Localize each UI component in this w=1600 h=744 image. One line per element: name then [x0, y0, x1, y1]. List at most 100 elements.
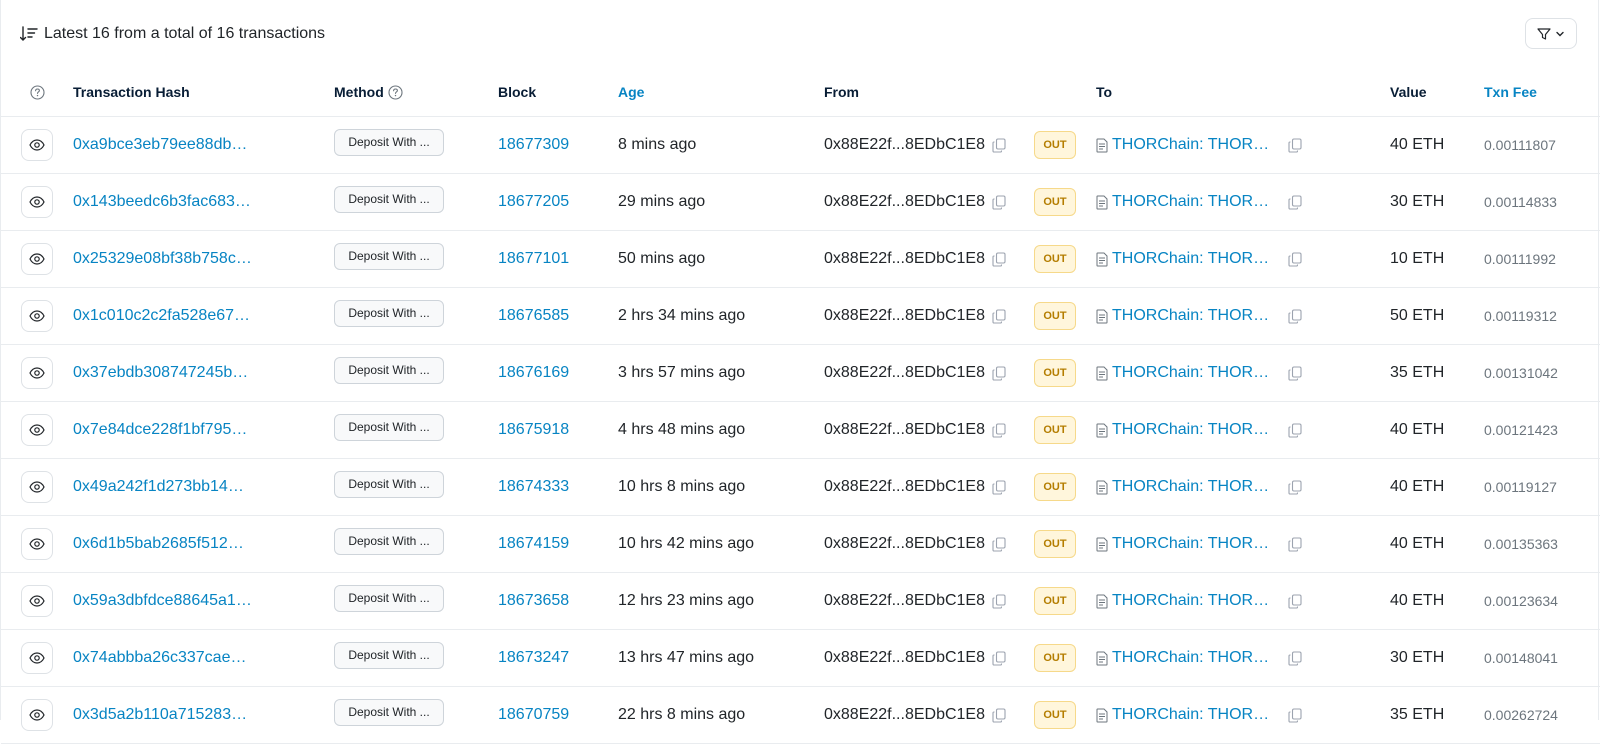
copy-icon[interactable]: [1288, 536, 1302, 552]
preview-button[interactable]: [21, 129, 53, 161]
copy-icon[interactable]: [1288, 593, 1302, 609]
sort-descending-icon[interactable]: [20, 26, 44, 42]
transaction-hash-link[interactable]: 0x37ebdb308747245b…: [73, 364, 248, 381]
question-circle-icon[interactable]: [388, 85, 403, 100]
from-address[interactable]: 0x88E22f...8EDbC1E8: [824, 478, 985, 496]
preview-button[interactable]: [21, 357, 53, 389]
copy-icon[interactable]: [992, 251, 1006, 267]
block-link[interactable]: 18677309: [498, 136, 569, 153]
transaction-hash-link[interactable]: 0x74abbba26c337cae…: [73, 649, 246, 666]
fee-column-header[interactable]: Txn Fee: [1484, 68, 1600, 117]
preview-button[interactable]: [21, 414, 53, 446]
to-address-link[interactable]: THORChain: THORChain Router: [1112, 307, 1272, 325]
preview-button[interactable]: [21, 699, 53, 731]
filter-button[interactable]: [1525, 18, 1577, 49]
transaction-hash-link[interactable]: 0x25329e08bf38b758c…: [73, 250, 252, 267]
copy-icon[interactable]: [992, 365, 1006, 381]
block-link[interactable]: 18675918: [498, 421, 569, 438]
transaction-hash-link[interactable]: 0x7e84dce228f1bf795…: [73, 421, 247, 438]
method-badge[interactable]: Deposit With ...: [334, 471, 444, 498]
transaction-hash-link[interactable]: 0x49a242f1d273bb14…: [73, 478, 244, 495]
copy-icon[interactable]: [1288, 137, 1302, 153]
copy-icon[interactable]: [992, 137, 1006, 153]
method-badge[interactable]: Deposit With ...: [334, 300, 444, 327]
method-badge[interactable]: Deposit With ...: [334, 585, 444, 612]
question-circle-icon[interactable]: [30, 85, 45, 100]
transaction-hash-link[interactable]: 0xa9bce3eb79ee88db…: [73, 136, 247, 153]
copy-icon[interactable]: [1288, 308, 1302, 324]
transaction-hash-link[interactable]: 0x6d1b5bab2685f512…: [73, 535, 244, 552]
copy-icon[interactable]: [992, 422, 1006, 438]
method-badge[interactable]: Deposit With ...: [334, 357, 444, 384]
method-badge[interactable]: Deposit With ...: [334, 129, 444, 156]
copy-icon[interactable]: [992, 479, 1006, 495]
copy-icon[interactable]: [1288, 650, 1302, 666]
from-address[interactable]: 0x88E22f...8EDbC1E8: [824, 364, 985, 382]
to-address-link[interactable]: THORChain: THORChain Router: [1112, 136, 1272, 154]
from-address[interactable]: 0x88E22f...8EDbC1E8: [824, 307, 985, 325]
from-address[interactable]: 0x88E22f...8EDbC1E8: [824, 193, 985, 211]
block-link[interactable]: 18674333: [498, 478, 569, 495]
transaction-hash-link[interactable]: 0x143beedc6b3fac683…: [73, 193, 251, 210]
copy-icon[interactable]: [992, 536, 1006, 552]
transaction-hash-link[interactable]: 0x1c010c2c2fa528e67…: [73, 307, 250, 324]
preview-button[interactable]: [21, 243, 53, 275]
to-address-link[interactable]: THORChain: THORChain Router: [1112, 706, 1272, 724]
method-badge[interactable]: Deposit With ...: [334, 642, 444, 669]
method-badge[interactable]: Deposit With ...: [334, 699, 444, 726]
method-badge[interactable]: Deposit With ...: [334, 186, 444, 213]
copy-icon[interactable]: [1288, 479, 1302, 495]
preview-button[interactable]: [21, 300, 53, 332]
copy-icon[interactable]: [1288, 422, 1302, 438]
copy-icon[interactable]: [1288, 251, 1302, 267]
table-row: 0x74abbba26c337cae… Deposit With ... 18673…: [1, 629, 1600, 687]
copy-icon[interactable]: [1288, 365, 1302, 381]
block-link[interactable]: 18676585: [498, 307, 569, 324]
from-address[interactable]: 0x88E22f...8EDbC1E8: [824, 592, 985, 610]
copy-icon[interactable]: [992, 593, 1006, 609]
to-cell: THORChain: THORChain Router: [1096, 173, 1390, 231]
from-address[interactable]: 0x88E22f...8EDbC1E8: [824, 706, 985, 724]
transaction-hash-link[interactable]: 0x59a3dbfdce88645a1…: [73, 592, 252, 609]
to-address-link[interactable]: THORChain: THORChain Router: [1112, 193, 1272, 211]
age-column-header[interactable]: Age: [618, 68, 824, 117]
block-link[interactable]: 18677101: [498, 250, 569, 267]
preview-button[interactable]: [21, 528, 53, 560]
to-address-link[interactable]: THORChain: THORChain Router: [1112, 535, 1272, 553]
transaction-hash-link[interactable]: 0x3d5a2b110a715283…: [73, 706, 247, 723]
from-address[interactable]: 0x88E22f...8EDbC1E8: [824, 250, 985, 268]
copy-icon[interactable]: [1288, 707, 1302, 723]
copy-icon[interactable]: [992, 194, 1006, 210]
copy-icon[interactable]: [992, 650, 1006, 666]
preview-button[interactable]: [21, 471, 53, 503]
preview-button[interactable]: [21, 585, 53, 617]
preview-button[interactable]: [21, 642, 53, 674]
table-row: 0x6d1b5bab2685f512… Deposit With ... 18674…: [1, 515, 1600, 573]
to-address-link[interactable]: THORChain: THORChain Router: [1112, 478, 1272, 496]
block-link[interactable]: 18670759: [498, 706, 569, 723]
block-link[interactable]: 18673658: [498, 592, 569, 609]
from-cell: 0x88E22f...8EDbC1E8: [824, 515, 1034, 573]
from-address[interactable]: 0x88E22f...8EDbC1E8: [824, 535, 985, 553]
copy-icon[interactable]: [992, 308, 1006, 324]
method-badge[interactable]: Deposit With ...: [334, 528, 444, 555]
direction-column-header: [1034, 68, 1096, 117]
preview-button[interactable]: [21, 186, 53, 218]
to-address-link[interactable]: THORChain: THORChain Router: [1112, 250, 1272, 268]
block-link[interactable]: 18677205: [498, 193, 569, 210]
from-address[interactable]: 0x88E22f...8EDbC1E8: [824, 136, 985, 154]
to-address-link[interactable]: THORChain: THORChain Router: [1112, 649, 1272, 667]
method-badge[interactable]: Deposit With ...: [334, 243, 444, 270]
method-badge[interactable]: Deposit With ...: [334, 414, 444, 441]
from-address[interactable]: 0x88E22f...8EDbC1E8: [824, 421, 985, 439]
to-address-link[interactable]: THORChain: THORChain Router: [1112, 592, 1272, 610]
copy-icon[interactable]: [992, 707, 1006, 723]
from-address[interactable]: 0x88E22f...8EDbC1E8: [824, 649, 985, 667]
block-link[interactable]: 18673247: [498, 649, 569, 666]
table-row: 0x49a242f1d273bb14… Deposit With ... 18674…: [1, 458, 1600, 516]
to-address-link[interactable]: THORChain: THORChain Router: [1112, 421, 1272, 439]
block-link[interactable]: 18676169: [498, 364, 569, 381]
to-address-link[interactable]: THORChain: THORChain Router: [1112, 364, 1272, 382]
block-link[interactable]: 18674159: [498, 535, 569, 552]
copy-icon[interactable]: [1288, 194, 1302, 210]
